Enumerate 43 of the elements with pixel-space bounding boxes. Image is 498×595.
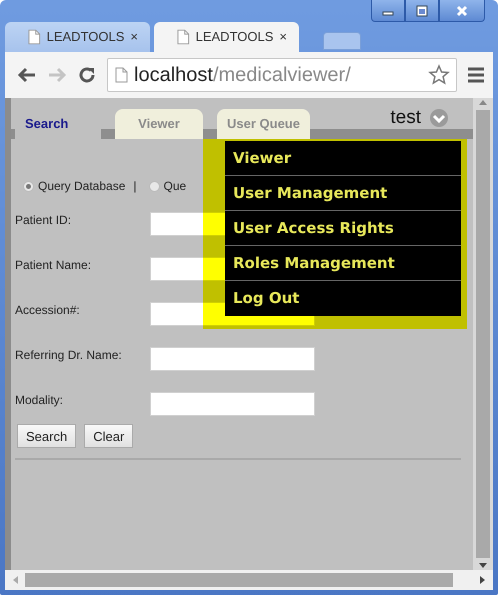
reload-icon[interactable] [77,65,97,85]
field-label: Patient Name: [15,257,92,274]
radio-label: Query Database [38,178,126,195]
input-field[interactable] [150,347,315,371]
field-label: Accession#: [15,302,81,319]
menu-icon[interactable] [467,67,485,83]
user-name: test [390,106,421,130]
maximize-icon [416,4,428,16]
radio-label: Que [164,178,186,195]
back-icon[interactable] [17,67,37,83]
star-icon[interactable] [428,64,450,86]
field-label: Modality: [15,392,64,409]
browser-tab[interactable]: LEADTOOLS × [5,22,150,52]
scroll-thumb[interactable] [476,110,490,558]
address-bar[interactable]: localhost/medicalviewer/ [107,58,457,92]
form-button[interactable]: Search [17,424,76,448]
horizontal-scrollbar[interactable] [5,570,493,590]
new-tab-button[interactable] [323,32,361,50]
scroll-right-icon [479,575,487,585]
separator-text: | [133,178,137,195]
scroll-left-icon [11,575,19,585]
tab-close-button[interactable]: × [130,27,138,47]
tab-close-button[interactable]: × [279,27,287,47]
field-label: Referring Dr. Name: [15,347,123,364]
maximize-button[interactable] [405,0,439,22]
tab-title: LEADTOOLS [196,28,274,46]
page-icon [27,29,41,45]
close-icon [456,4,468,16]
scroll-thumb[interactable] [25,573,453,587]
page-icon [176,29,190,45]
page-icon [114,67,128,83]
chevron-down-icon[interactable] [429,108,449,128]
minimize-button[interactable] [371,0,405,22]
browser-tab[interactable]: LEADTOOLS × [154,22,299,52]
field-label: Patient ID: [15,212,72,229]
url-text: localhost/medicalviewer/ [134,63,351,88]
input-field[interactable] [150,392,315,416]
tab-title: LEADTOOLS [46,28,124,46]
radio-button[interactable] [23,180,34,192]
vertical-scrollbar[interactable] [473,98,493,570]
close-button[interactable] [439,0,485,22]
form-button[interactable]: Clear [84,424,134,448]
radio-button[interactable] [148,180,160,192]
